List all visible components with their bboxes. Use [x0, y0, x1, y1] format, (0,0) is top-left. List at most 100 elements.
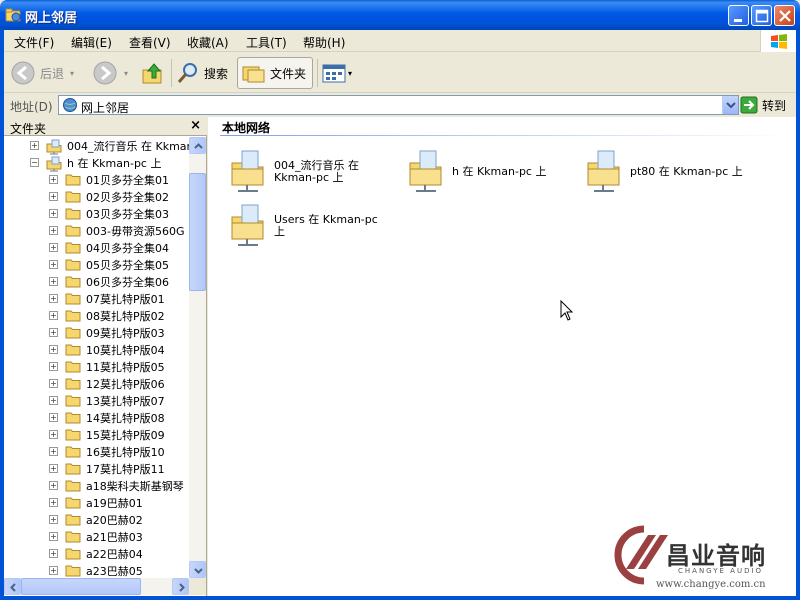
tree-item-label: h 在 Kkman-pc 上: [67, 156, 162, 170]
views-icon: [322, 64, 346, 83]
tree-item[interactable]: +17莫扎特P版11: [49, 460, 165, 477]
tree-item[interactable]: + a22巴赫04: [49, 545, 143, 562]
go-button[interactable]: 转到: [740, 95, 794, 115]
tree-item[interactable]: +08莫扎特P版02: [49, 307, 165, 324]
tree-item[interactable]: +01贝多芬全集01: [49, 171, 169, 188]
title-bar[interactable]: 网上邻居: [0, 0, 800, 30]
expand-icon[interactable]: +: [49, 192, 58, 201]
tree-item[interactable]: + a23巴赫05: [49, 562, 143, 578]
back-button[interactable]: 后退 ▾: [10, 57, 74, 89]
network-globe-icon: [63, 98, 77, 112]
tree-item[interactable]: + a20巴赫02: [49, 511, 143, 528]
menu-help[interactable]: 帮助(H): [303, 34, 345, 51]
expand-icon[interactable]: +: [49, 209, 58, 218]
expand-icon[interactable]: +: [49, 277, 58, 286]
tree-item[interactable]: +004_流行音乐 在 Kkman-pc 上: [30, 137, 189, 155]
expand-icon[interactable]: +: [49, 379, 58, 388]
window-frame-right: [796, 30, 800, 600]
expand-icon[interactable]: +: [49, 430, 58, 439]
expand-icon[interactable]: +: [49, 532, 58, 541]
minimize-icon: [734, 19, 742, 22]
network-share-item[interactable]: h 在 Kkman-pc 上: [406, 149, 576, 195]
forward-arrow-icon: [93, 61, 117, 85]
address-input[interactable]: 网上邻居: [58, 95, 739, 115]
menu-file[interactable]: 文件(F): [14, 34, 54, 51]
tree-item-label: 07莫扎特P版01: [86, 292, 165, 306]
expand-icon[interactable]: +: [49, 175, 58, 184]
tree-item[interactable]: +04贝多芬全集04: [49, 239, 169, 256]
tree-item[interactable]: +15莫扎特P版09: [49, 426, 165, 443]
expand-icon[interactable]: +: [49, 345, 58, 354]
back-dropdown-icon: ▾: [70, 68, 75, 78]
menu-edit[interactable]: 编辑(E): [71, 34, 112, 51]
address-dropdown-button[interactable]: [722, 96, 738, 114]
tree-item[interactable]: + a19巴赫01: [49, 494, 143, 511]
expand-icon[interactable]: +: [49, 549, 58, 558]
maximize-button[interactable]: [751, 5, 772, 26]
search-icon: [177, 63, 197, 83]
tree-item[interactable]: +03贝多芬全集03: [49, 205, 169, 222]
expand-icon[interactable]: +: [49, 260, 58, 269]
network-share-item[interactable]: 004_流行音乐 在 Kkman-pc 上: [228, 149, 398, 195]
network-share-icon: [409, 150, 442, 192]
horizontal-scroll-thumb[interactable]: [21, 578, 141, 595]
folder-pane-header: 文件夹 ×: [4, 117, 207, 136]
expand-icon[interactable]: +: [49, 515, 58, 524]
expand-icon[interactable]: +: [49, 294, 58, 303]
tree-item[interactable]: +06贝多芬全集06: [49, 273, 169, 290]
expand-icon[interactable]: +: [49, 328, 58, 337]
expand-icon[interactable]: +: [49, 464, 58, 473]
tree-item[interactable]: +12莫扎特P版06: [49, 375, 165, 392]
expand-icon[interactable]: +: [49, 447, 58, 456]
tree-item[interactable]: +13莫扎特P版07: [49, 392, 165, 409]
folder-icon: [65, 275, 81, 288]
tree-item[interactable]: +16莫扎特P版10: [49, 443, 165, 460]
scroll-thumb[interactable]: [189, 173, 206, 291]
menu-tools[interactable]: 工具(T): [246, 34, 287, 51]
tree-item[interactable]: +11莫扎特P版05: [49, 358, 165, 375]
expand-icon[interactable]: +: [49, 413, 58, 422]
close-button[interactable]: [774, 5, 795, 26]
views-button[interactable]: ▾: [322, 57, 352, 89]
folders-button[interactable]: 文件夹: [237, 57, 313, 89]
share-label: 004_流行音乐 在 Kkman-pc 上: [274, 159, 359, 184]
expand-icon[interactable]: +: [49, 311, 58, 320]
horizontal-scrollbar[interactable]: [4, 578, 189, 595]
expand-icon[interactable]: +: [49, 226, 58, 235]
tree-item[interactable]: − h 在 Kkman-pc 上: [30, 154, 162, 172]
network-share-icon: [46, 156, 62, 172]
forward-button[interactable]: ▾: [92, 57, 128, 89]
collapse-icon[interactable]: −: [30, 158, 39, 167]
vertical-scrollbar[interactable]: [189, 137, 206, 578]
tree-item[interactable]: + a18柴科夫斯基钢琴: [49, 477, 184, 494]
expand-icon[interactable]: +: [49, 396, 58, 405]
tree-item[interactable]: +07莫扎特P版01: [49, 290, 165, 307]
tree-item[interactable]: +10莫扎特P版04: [49, 341, 165, 358]
tree-item[interactable]: +09莫扎特P版03: [49, 324, 165, 341]
menu-view[interactable]: 查看(V): [129, 34, 171, 51]
scroll-right-button[interactable]: [172, 578, 189, 595]
tree-item[interactable]: +14莫扎特P版08: [49, 409, 165, 426]
network-share-item[interactable]: Users 在 Kkman-pc 上: [228, 203, 398, 249]
expand-icon[interactable]: +: [49, 498, 58, 507]
chevron-up-icon: [194, 143, 203, 149]
search-button[interactable]: 搜索: [176, 57, 228, 89]
expand-icon[interactable]: +: [49, 243, 58, 252]
up-folder-button[interactable]: [141, 57, 165, 89]
tree-item[interactable]: + a21巴赫03: [49, 528, 143, 545]
tree-item[interactable]: +05贝多芬全集05: [49, 256, 169, 273]
scroll-up-button[interactable]: [189, 137, 206, 154]
expand-icon[interactable]: +: [30, 141, 39, 150]
expand-icon[interactable]: +: [49, 566, 58, 575]
expand-icon[interactable]: +: [49, 481, 58, 490]
tree-item[interactable]: +02贝多芬全集02: [49, 188, 169, 205]
tree-item[interactable]: +003-毋带资源560G: [49, 222, 184, 239]
menu-favorites[interactable]: 收藏(A): [187, 34, 229, 51]
expand-icon[interactable]: +: [49, 362, 58, 371]
network-share-item[interactable]: pt80 在 Kkman-pc 上: [584, 149, 764, 195]
folder-pane-close-button[interactable]: ×: [190, 118, 201, 133]
scroll-down-button[interactable]: [189, 561, 206, 578]
minimize-button[interactable]: [728, 5, 749, 26]
scroll-left-button[interactable]: [4, 578, 21, 595]
tree-item-label: 003-毋带资源560G: [86, 224, 185, 238]
